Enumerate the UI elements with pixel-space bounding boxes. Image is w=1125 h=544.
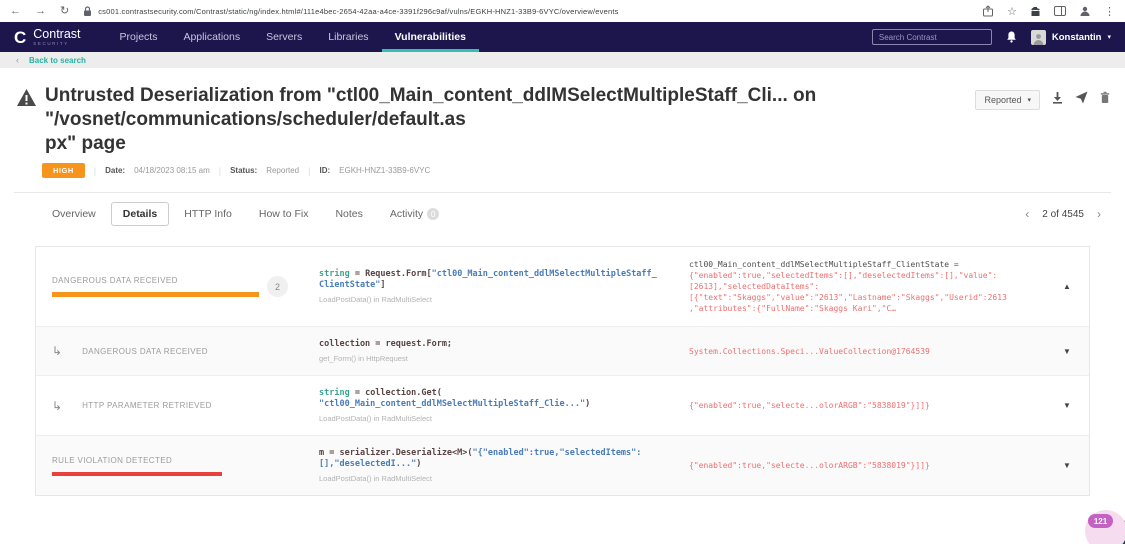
lock-icon	[83, 6, 92, 17]
share-icon[interactable]	[982, 5, 994, 17]
delete-trash-icon[interactable]	[1099, 91, 1111, 109]
nav-item-servers[interactable]: Servers	[253, 22, 315, 52]
event-caption: LoadPostData() in RadMultiSelect	[319, 414, 673, 423]
browser-forward-icon[interactable]: →	[35, 0, 46, 22]
header-actions: Reported ▾	[975, 84, 1111, 110]
browser-menu-icon[interactable]: ⋮	[1104, 5, 1115, 18]
id-label: ID:	[319, 166, 330, 175]
tab-overview[interactable]: Overview	[40, 202, 108, 226]
vulnerability-header: Untrusted Deserialization from "ctl00_Ma…	[0, 68, 1125, 193]
next-page-icon[interactable]: ›	[1097, 207, 1101, 221]
tab-activity[interactable]: Activity0	[378, 202, 451, 226]
primary-nav: Projects Applications Servers Libraries …	[107, 22, 479, 52]
browser-chrome: ← → ↻ cs001.contrastsecurity.com/Contras…	[0, 0, 1125, 22]
event-code: string = Request.Form["ctl00_Main_conten…	[305, 269, 673, 304]
tab-how-to-fix[interactable]: How to Fix	[247, 202, 321, 226]
contrast-logo[interactable]: C Contrast SECURITY	[14, 22, 81, 52]
expand-chevron-icon[interactable]: ▼	[1063, 401, 1071, 410]
nav-item-libraries[interactable]: Libraries	[315, 22, 381, 52]
notifications-bell-icon[interactable]	[1005, 30, 1018, 44]
browser-toolbar-icons: ☆ ⋮	[982, 5, 1115, 18]
send-icon[interactable]	[1075, 91, 1088, 109]
event-count-badge[interactable]: 2	[267, 276, 288, 297]
date-label: Date:	[105, 166, 125, 175]
event-row-rule-violation-detected: RULE VIOLATION DETECTED m = serializer.D…	[36, 436, 1089, 495]
severity-badge: HIGH	[42, 163, 85, 178]
event-label: RULE VIOLATION DETECTED	[52, 456, 222, 476]
page-position: 2 of 4545	[1042, 209, 1084, 220]
extensions-puzzle-icon[interactable]	[1030, 6, 1041, 17]
url-text[interactable]: cs001.contrastsecurity.com/Contrast/stat…	[98, 7, 618, 16]
event-value: System.Collections.Speci...ValueCollecti…	[673, 346, 1045, 357]
app-navbar: C Contrast SECURITY Projects Application…	[0, 22, 1125, 52]
tab-details[interactable]: Details	[111, 202, 169, 226]
chat-widget[interactable]: 121	[1065, 494, 1125, 544]
nav-item-projects[interactable]: Projects	[107, 22, 171, 52]
tabs-bar: Overview Details HTTP Info How to Fix No…	[0, 193, 1125, 226]
event-caption: LoadPostData() in RadMultiSelect	[319, 295, 673, 304]
status-value: Reported	[266, 166, 299, 175]
sidebar-icon[interactable]	[1054, 6, 1066, 16]
browser-back-icon[interactable]: ←	[10, 0, 21, 22]
browser-profile-icon[interactable]	[1079, 5, 1091, 17]
event-label: DANGEROUS DATA RECEIVED	[52, 276, 259, 297]
user-avatar	[1031, 30, 1046, 45]
tab-http-info[interactable]: HTTP Info	[172, 202, 244, 226]
date-value: 04/18/2023 08:15 am	[134, 166, 210, 175]
brand-name: Contrast	[33, 28, 80, 41]
event-code: m = serializer.Deserialize<M>("{"enabled…	[305, 448, 673, 483]
back-bar: ‹ Back to search	[0, 52, 1125, 68]
page: ← → ↻ cs001.contrastsecurity.com/Contras…	[0, 0, 1125, 544]
event-value: ctl00_Main_content_ddlMSelectMultipleSta…	[673, 259, 1045, 314]
event-label: HTTP PARAMETER RETRIEVED	[82, 401, 212, 410]
page-title: Untrusted Deserialization from "ctl00_Ma…	[45, 84, 973, 156]
user-name: Konstantin	[1052, 32, 1102, 43]
back-to-search-link[interactable]: Back to search	[29, 56, 86, 65]
event-row-http-parameter-retrieved: ↳ HTTP PARAMETER RETRIEVED string = coll…	[36, 376, 1089, 436]
browser-reload-icon[interactable]: ↻	[60, 0, 69, 22]
notification-count-badge[interactable]: 121	[1088, 514, 1113, 528]
export-download-icon[interactable]	[1051, 91, 1064, 109]
event-caption: LoadPostData() in RadMultiSelect	[319, 474, 673, 483]
contrast-logo-icon: C	[14, 29, 26, 46]
address-bar[interactable]: cs001.contrastsecurity.com/Contrast/stat…	[83, 6, 972, 17]
propagation-arrow-icon: ↳	[52, 344, 62, 358]
expand-chevron-icon[interactable]: ▼	[1063, 347, 1071, 356]
event-row-dangerous-data-received-1: DANGEROUS DATA RECEIVED 2 string = Reque…	[36, 247, 1089, 327]
event-row-dangerous-data-received-2: ↳ DANGEROUS DATA RECEIVED collection = r…	[36, 327, 1089, 376]
propagation-arrow-icon: ↳	[52, 399, 62, 413]
collapse-chevron-icon[interactable]: ▲	[1063, 282, 1071, 291]
prev-page-icon[interactable]: ‹	[1025, 207, 1029, 221]
events-card: DANGEROUS DATA RECEIVED 2 string = Reque…	[35, 246, 1090, 496]
nav-item-applications[interactable]: Applications	[170, 22, 253, 52]
activity-count-badge: 0	[427, 208, 439, 220]
warning-triangle-icon	[16, 88, 37, 112]
event-caption: get_Form() in HttpRequest	[319, 354, 673, 363]
status-caret-icon: ▾	[1027, 96, 1031, 104]
navbar-right: Konstantin ▾	[872, 22, 1125, 52]
expand-chevron-icon[interactable]: ▼	[1063, 461, 1071, 470]
nav-item-vulnerabilities[interactable]: Vulnerabilities	[382, 22, 479, 52]
event-value: {"enabled":true,"selecte...olorARGB":"58…	[673, 400, 1045, 411]
pagination: ‹ 2 of 4545 ›	[1025, 207, 1101, 221]
status-dropdown[interactable]: Reported ▾	[975, 90, 1040, 110]
event-value: {"enabled":true,"selecte...olorARGB":"58…	[673, 460, 1045, 471]
back-chevron-icon: ‹	[16, 55, 19, 65]
vulnerability-meta: HIGH | Date: 04/18/2023 08:15 am | Statu…	[42, 163, 1111, 178]
status-label: Status:	[230, 166, 257, 175]
event-code: collection = request.Form; get_Form() in…	[305, 339, 673, 363]
event-label: DANGEROUS DATA RECEIVED	[82, 347, 208, 356]
user-menu[interactable]: Konstantin ▾	[1031, 30, 1111, 45]
id-value: EGKH-HNZ1-33B9-6VYC	[339, 166, 430, 175]
user-caret-icon: ▾	[1107, 33, 1111, 41]
search-input[interactable]	[872, 29, 992, 45]
brand-subtitle: SECURITY	[33, 42, 80, 47]
tab-notes[interactable]: Notes	[323, 202, 374, 226]
bookmark-star-icon[interactable]: ☆	[1007, 5, 1017, 18]
event-code: string = collection.Get( "ctl00_Main_con…	[305, 388, 673, 423]
